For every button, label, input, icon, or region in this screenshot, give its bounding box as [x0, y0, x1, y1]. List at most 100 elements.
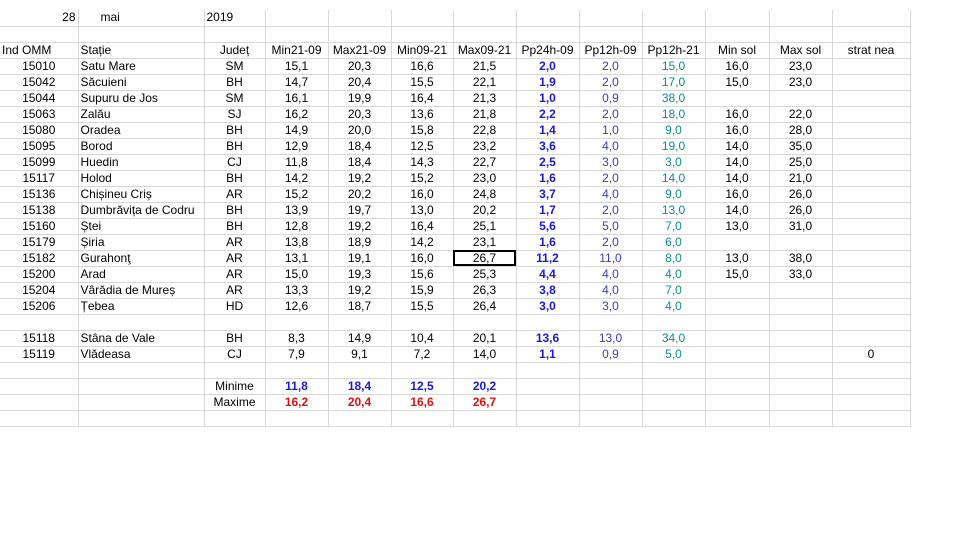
empty-cell[interactable]	[0, 394, 79, 411]
empty-cell[interactable]	[832, 10, 911, 27]
empty-cell[interactable]	[453, 10, 517, 27]
cell-maxsol[interactable]: 23,0	[769, 74, 833, 91]
empty-cell[interactable]	[328, 10, 392, 27]
cell-min0921[interactable]: 15,8	[391, 122, 454, 139]
cell-pp12a[interactable]: 4,0	[579, 282, 643, 299]
cell-county[interactable]: BH	[204, 74, 266, 91]
cell-county[interactable]: BH	[204, 122, 266, 139]
date-year[interactable]: 2019	[204, 10, 266, 27]
cell-pp12a[interactable]: 5,0	[579, 218, 643, 235]
empty-cell[interactable]	[265, 362, 329, 379]
empty-cell[interactable]	[579, 410, 643, 427]
cell-id[interactable]: 15160	[0, 218, 79, 235]
cell-min2109[interactable]: 15,2	[265, 186, 329, 203]
cell-pp12b[interactable]: 9,0	[642, 186, 706, 203]
cell-min2109[interactable]: 15,0	[265, 266, 329, 283]
empty-cell[interactable]	[769, 362, 833, 379]
empty-cell[interactable]	[579, 362, 643, 379]
empty-cell[interactable]	[0, 362, 79, 379]
table-row[interactable]: 15042 Săcuieni BH 14,7 20,4 15,5 22,1 1,9 2,0 17,…	[0, 74, 911, 91]
empty-cell[interactable]	[769, 26, 833, 43]
column-header[interactable]: Ind OMM	[0, 42, 79, 59]
empty-cell[interactable]	[78, 314, 205, 331]
table-row[interactable]: 15119 Vlădeasa CJ 7,9 9,1 7,2 14,0 1,1 0,9 5,0 0	[0, 346, 911, 363]
cell-min2109[interactable]: 12,6	[265, 298, 329, 315]
cell-pp12a[interactable]: 11,0	[579, 250, 643, 267]
cell-minsol[interactable]	[705, 330, 770, 347]
cell-pp12b[interactable]: 38,0	[642, 90, 706, 107]
table-row[interactable]: 15160 Ștei BH 12,8 19,2 16,4 25,1 5,6 5,0 7,0 13,0…	[0, 218, 911, 235]
empty-cell[interactable]	[705, 26, 770, 43]
empty-cell[interactable]	[579, 26, 643, 43]
cell-min2109[interactable]: 13,1	[265, 250, 329, 267]
cell-pp12b[interactable]: 17,0	[642, 74, 706, 91]
cell-max0921[interactable]: 20,2	[453, 202, 517, 219]
cell-max2109[interactable]: 20,2	[328, 186, 392, 203]
cell-snow[interactable]	[832, 298, 911, 315]
empty-cell[interactable]	[769, 10, 833, 27]
cell-snow[interactable]	[832, 282, 911, 299]
cell-min0921[interactable]: 15,2	[391, 170, 454, 187]
cell-maxsol[interactable]: 26,0	[769, 186, 833, 203]
cell-max2109[interactable]: 19,7	[328, 202, 392, 219]
cell-minsol[interactable]: 16,0	[705, 122, 770, 139]
cell-pp12b[interactable]: 14,0	[642, 170, 706, 187]
cell-snow[interactable]	[832, 138, 911, 155]
empty-cell[interactable]	[391, 314, 454, 331]
cell-id[interactable]: 15080	[0, 122, 79, 139]
cell-minsol[interactable]	[705, 298, 770, 315]
cell-snow[interactable]	[832, 186, 911, 203]
cell-max2109[interactable]: 19,3	[328, 266, 392, 283]
empty-cell[interactable]	[78, 26, 205, 43]
cell-min2109[interactable]: 13,8	[265, 234, 329, 251]
cell-id[interactable]: 15200	[0, 266, 79, 283]
cell-pp12a[interactable]: 0,9	[579, 346, 643, 363]
cell-maxsol[interactable]: 22,0	[769, 106, 833, 123]
column-header[interactable]: Pp24h-09	[516, 42, 580, 59]
date-month[interactable]: mai	[78, 10, 205, 27]
cell-max0921[interactable]: 20,1	[453, 330, 517, 347]
empty-cell[interactable]	[642, 10, 706, 27]
empty-cell[interactable]	[832, 362, 911, 379]
cell-snow[interactable]	[832, 330, 911, 347]
cell-min2109[interactable]: 7,9	[265, 346, 329, 363]
cell-name[interactable]: Arad	[78, 266, 205, 283]
cell-name[interactable]: Ștei	[78, 218, 205, 235]
cell-id[interactable]: 15119	[0, 346, 79, 363]
cell-max0921[interactable]: 22,7	[453, 154, 517, 171]
cell-minsol[interactable]	[705, 234, 770, 251]
table-row[interactable]: 15200 Arad AR 15,0 19,3 15,6 25,3 4,4 4,0 4,0 15,0…	[0, 266, 911, 283]
cell-snow[interactable]	[832, 58, 911, 75]
table-row[interactable]: 15182 Gurahonţ AR 13,1 19,1 16,0 26,7 11,2 11,0 8…	[0, 250, 911, 267]
cell-maxsol[interactable]: 21,0	[769, 170, 833, 187]
cell-snow[interactable]	[832, 202, 911, 219]
cell-max2109[interactable]: 14,9	[328, 330, 392, 347]
cell-county[interactable]: SJ	[204, 106, 266, 123]
cell-snow[interactable]: 0	[832, 346, 911, 363]
cell-max0921[interactable]: 21,5	[453, 58, 517, 75]
table-row[interactable]: 15095 Borod BH 12,9 18,4 12,5 23,2 3,6 4,0 19,0 14…	[0, 138, 911, 155]
cell-min0921[interactable]: 10,4	[391, 330, 454, 347]
cell-minsol[interactable]: 13,0	[705, 218, 770, 235]
column-header[interactable]: Max21-09	[328, 42, 392, 59]
cell-pp12a[interactable]: 2,0	[579, 58, 643, 75]
empty-cell[interactable]	[516, 10, 580, 27]
cell-id[interactable]: 15118	[0, 330, 79, 347]
cell-maxsol[interactable]: 31,0	[769, 218, 833, 235]
cell-pp12b[interactable]: 15,0	[642, 58, 706, 75]
empty-cell[interactable]	[78, 410, 205, 427]
empty-cell[interactable]	[204, 410, 266, 427]
column-header[interactable]: Min09-21	[391, 42, 454, 59]
empty-cell[interactable]	[832, 314, 911, 331]
empty-cell[interactable]	[642, 362, 706, 379]
cell-id[interactable]: 15099	[0, 154, 79, 171]
cell-snow[interactable]	[832, 170, 911, 187]
cell-name[interactable]: Vlădeasa	[78, 346, 205, 363]
cell-pp24[interactable]: 1,6	[516, 234, 580, 251]
cell-name[interactable]: Dumbrăvița de Codru	[78, 202, 205, 219]
empty-cell[interactable]	[453, 26, 517, 43]
cell-maxsol[interactable]: 23,0	[769, 58, 833, 75]
cell-county[interactable]: CJ	[204, 346, 266, 363]
cell-max0921[interactable]: 23,0	[453, 170, 517, 187]
empty-cell[interactable]	[265, 10, 329, 27]
